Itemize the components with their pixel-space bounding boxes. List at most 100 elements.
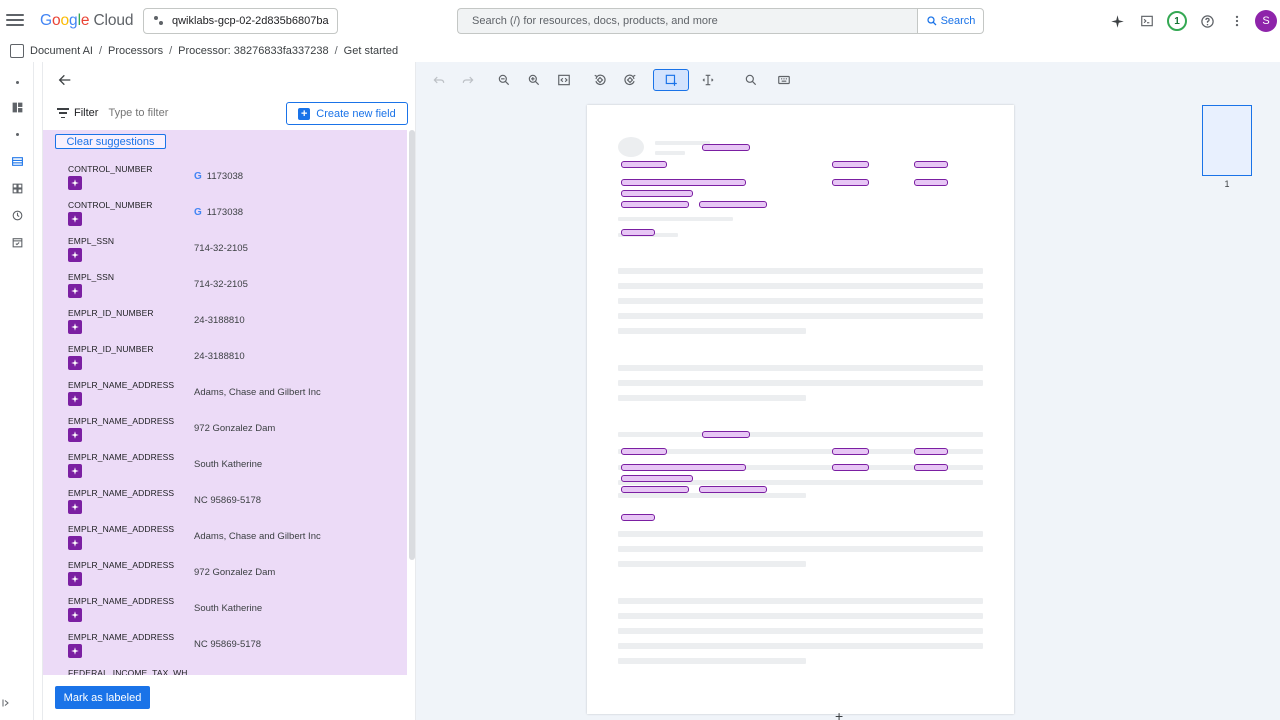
text-select-icon[interactable]	[699, 71, 717, 89]
rail-dot-icon[interactable]	[10, 127, 24, 141]
ai-suggestion-icon[interactable]	[68, 536, 82, 550]
ai-suggestion-icon[interactable]	[68, 284, 82, 298]
field-highlight[interactable]	[621, 448, 667, 455]
field-highlight[interactable]	[621, 179, 746, 186]
field-row[interactable]: EMPLR_NAME_ADDRESS Adams, Chase and Gilbe…	[43, 524, 407, 560]
doc-text-line	[618, 643, 983, 649]
filter-input[interactable]	[108, 107, 229, 119]
more-vert-icon[interactable]	[1224, 8, 1250, 34]
search-input[interactable]: Search (/) for resources, docs, products…	[457, 8, 918, 34]
field-highlight[interactable]	[914, 448, 948, 455]
ai-suggestion-icon[interactable]	[68, 176, 82, 190]
keyboard-icon[interactable]	[775, 71, 793, 89]
field-row[interactable]: EMPLR_NAME_ADDRESS 972 Gonzalez Dam	[43, 560, 407, 596]
terminal-icon[interactable]	[1134, 8, 1160, 34]
field-value-text: 972 Gonzalez Dam	[194, 423, 276, 434]
table-icon[interactable]	[10, 154, 24, 168]
account-button[interactable]: S	[1254, 8, 1280, 34]
field-row[interactable]: EMPLR_NAME_ADDRESS 972 Gonzalez Dam	[43, 416, 407, 452]
field-name: EMPL_SSN	[68, 236, 115, 246]
field-highlight[interactable]	[621, 475, 693, 482]
ai-suggestion-icon[interactable]	[68, 320, 82, 334]
search-button[interactable]: Search	[917, 8, 984, 34]
ai-suggestion-icon[interactable]	[68, 428, 82, 442]
ai-suggestion-icon[interactable]	[68, 248, 82, 262]
field-highlight[interactable]	[914, 179, 948, 186]
rotate-left-icon[interactable]	[591, 71, 609, 89]
field-row[interactable]: EMPLR_ID_NUMBER 24-3188810	[43, 344, 407, 380]
field-highlight[interactable]	[699, 486, 767, 493]
field-row[interactable]: EMPLR_NAME_ADDRESS NC 95869-5178	[43, 488, 407, 524]
breadcrumb-item-document-ai[interactable]: Document AI	[30, 45, 93, 57]
field-highlight[interactable]	[914, 161, 948, 168]
field-row[interactable]: CONTROL_NUMBER G 1173038	[43, 164, 407, 200]
field-highlight[interactable]	[621, 161, 667, 168]
expand-rail-icon[interactable]	[0, 697, 12, 709]
field-row[interactable]: FEDERAL_INCOME_TAX_WHG19127.2	[43, 668, 407, 675]
field-row[interactable]: EMPLR_NAME_ADDRESS Adams, Chase and Gilbe…	[43, 380, 407, 416]
field-highlight[interactable]	[832, 448, 869, 455]
ai-suggestion-icon[interactable]	[68, 572, 82, 586]
field-highlight[interactable]	[832, 161, 869, 168]
field-highlight[interactable]	[914, 464, 948, 471]
field-highlight[interactable]	[621, 190, 693, 197]
clear-suggestions-button[interactable]: Clear suggestions	[55, 134, 166, 149]
fit-icon[interactable]	[555, 71, 573, 89]
ai-suggestion-icon[interactable]	[68, 500, 82, 514]
ai-suggestion-icon[interactable]	[68, 464, 82, 478]
grid-icon[interactable]	[10, 181, 24, 195]
field-list-scrollbar[interactable]	[409, 130, 415, 560]
field-row[interactable]: EMPL_SSN 714-32-2105	[43, 236, 407, 272]
dashboard-icon[interactable]	[10, 100, 24, 114]
field-highlight[interactable]	[702, 431, 750, 438]
document-page[interactable]: +	[587, 105, 1014, 720]
ai-suggestion-icon[interactable]	[68, 608, 82, 622]
google-cloud-logo[interactable]: Google Cloud	[40, 12, 134, 30]
ai-suggestion-icon[interactable]	[68, 356, 82, 370]
field-row[interactable]: EMPLR_NAME_ADDRESS South Katherine	[43, 596, 407, 632]
field-row[interactable]: EMPLR_NAME_ADDRESS South Katherine	[43, 452, 407, 488]
ai-suggestion-icon[interactable]	[68, 644, 82, 658]
field-highlight[interactable]	[832, 464, 869, 471]
field-row[interactable]: EMPL_SSN 714-32-2105	[43, 272, 407, 308]
history-icon[interactable]	[10, 208, 24, 222]
search-icon[interactable]	[742, 71, 760, 89]
ai-suggestion-icon[interactable]	[68, 392, 82, 406]
sparkle-icon[interactable]	[1104, 8, 1130, 34]
breadcrumb-item-processor[interactable]: Processor: 38276833fa337238	[178, 45, 328, 57]
rail-dot-icon[interactable]	[10, 75, 24, 89]
field-row[interactable]: EMPLR_ID_NUMBER 24-3188810	[43, 308, 407, 344]
field-highlight[interactable]	[621, 464, 746, 471]
search-icon	[926, 16, 937, 26]
field-value: South Katherine	[194, 603, 262, 614]
redo-icon[interactable]	[459, 71, 477, 89]
menu-icon[interactable]	[6, 11, 24, 29]
ai-suggestion-icon[interactable]	[68, 212, 82, 226]
help-icon[interactable]	[1194, 8, 1220, 34]
create-new-field-button[interactable]: + Create new field	[286, 102, 408, 125]
field-highlight[interactable]	[621, 229, 655, 236]
page-thumbnail[interactable]	[1202, 105, 1252, 176]
breadcrumb-item-processors[interactable]: Processors	[108, 45, 163, 57]
field-highlight[interactable]	[702, 144, 750, 151]
calendar-check-icon[interactable]	[10, 235, 24, 249]
zoom-in-icon[interactable]	[525, 71, 543, 89]
project-selector[interactable]: qwiklabs-gcp-02-2d835b6807ba	[143, 8, 338, 34]
rotate-right-icon[interactable]	[621, 71, 639, 89]
field-row[interactable]: CONTROL_NUMBER G 1173038	[43, 200, 407, 236]
field-highlight[interactable]	[621, 201, 689, 208]
bounding-box-icon[interactable]	[653, 69, 689, 91]
field-highlight[interactable]	[832, 179, 869, 186]
back-arrow-icon[interactable]	[57, 72, 73, 88]
field-highlight[interactable]	[621, 514, 655, 521]
breadcrumb-separator: /	[98, 45, 103, 57]
notifications-badge[interactable]: 1	[1164, 8, 1190, 34]
doc-placeholder-blob	[618, 137, 644, 157]
undo-icon[interactable]	[430, 71, 448, 89]
zoom-out-icon[interactable]	[495, 71, 513, 89]
field-highlight[interactable]	[699, 201, 767, 208]
field-row[interactable]: EMPLR_NAME_ADDRESS NC 95869-5178	[43, 632, 407, 668]
mark-as-labeled-button[interactable]: Mark as labeled	[55, 686, 150, 709]
document-ai-icon	[10, 44, 24, 58]
field-highlight[interactable]	[621, 486, 689, 493]
